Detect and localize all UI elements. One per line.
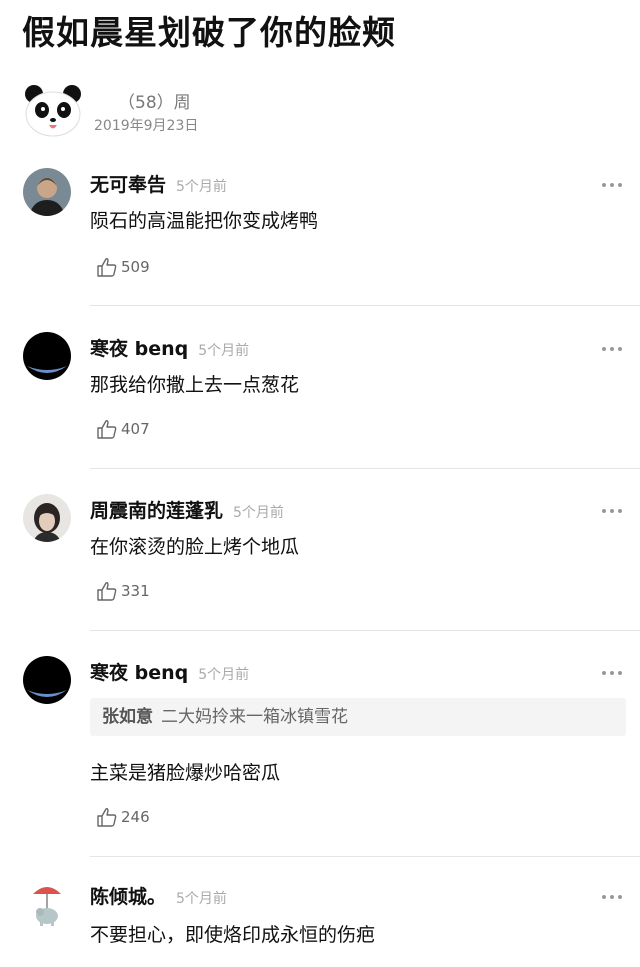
like-button[interactable]: 407 <box>96 418 150 440</box>
comment-time: 5个月前 <box>176 179 227 195</box>
quoted-username[interactable]: 张如意 <box>102 707 153 727</box>
post-author[interactable]: （58）周 2019年9月23日 <box>22 82 622 138</box>
user-avatar[interactable] <box>23 168 71 216</box>
more-dots-icon[interactable] <box>602 884 628 899</box>
thumbs-up-icon <box>97 582 117 601</box>
thumbs-up-icon <box>97 420 117 439</box>
user-avatar[interactable] <box>23 332 71 380</box>
comment-username[interactable]: 无可奉告 5个月前 <box>90 170 227 197</box>
like-button[interactable]: 331 <box>96 580 150 602</box>
more-dots-icon[interactable] <box>602 172 628 187</box>
thumbs-up-icon <box>97 808 117 827</box>
divider <box>90 468 640 469</box>
comment-text: 主菜是猪脸爆炒哈密瓜 <box>90 762 281 784</box>
like-count: 407 <box>121 420 150 438</box>
comment-text: 在你滚烫的脸上烤个地瓜 <box>90 536 300 558</box>
divider <box>90 630 640 631</box>
quoted-text: 二大妈拎来一箱冰镇雪花 <box>161 707 348 727</box>
comment-text: 陨石的高温能把你变成烤鸭 <box>90 210 319 232</box>
like-count: 246 <box>121 808 150 826</box>
comment-username[interactable]: 周震南的莲蓬乳 5个月前 <box>90 496 284 523</box>
author-name[interactable]: （58）周 <box>118 88 191 113</box>
divider <box>90 305 640 306</box>
user-avatar[interactable] <box>23 656 71 704</box>
comment-time: 5个月前 <box>176 891 227 907</box>
more-dots-icon[interactable] <box>602 660 628 675</box>
user-avatar[interactable] <box>23 494 71 542</box>
thumbs-up-icon <box>97 258 117 277</box>
comment-username[interactable]: 寒夜 benq 5个月前 <box>90 334 249 361</box>
comment-time: 5个月前 <box>233 505 284 521</box>
like-count: 509 <box>121 258 150 276</box>
elephant-umbrella-avatar[interactable] <box>23 880 71 928</box>
like-button[interactable]: 246 <box>96 806 150 828</box>
more-dots-icon[interactable] <box>602 498 628 513</box>
comment-time: 5个月前 <box>198 667 250 683</box>
comment-username[interactable]: 陈倾城。 5个月前 <box>90 882 227 909</box>
comment-text: 不要担心，即使烙印成永恒的伤疤 <box>90 924 376 946</box>
comment-text: 那我给你撒上去一点葱花 <box>90 374 300 396</box>
panda-icon[interactable] <box>22 82 84 138</box>
comment-time: 5个月前 <box>198 343 250 359</box>
like-count: 331 <box>121 582 150 600</box>
quoted-reply[interactable]: 张如意 二大妈拎来一箱冰镇雪花 <box>90 698 626 736</box>
post-date: 2019年9月23日 <box>94 118 199 134</box>
comment-username[interactable]: 寒夜 benq 5个月前 <box>90 658 249 685</box>
more-dots-icon[interactable] <box>602 336 628 351</box>
like-button[interactable]: 509 <box>96 256 150 278</box>
divider <box>90 856 640 857</box>
post-title: 假如晨星划破了你的脸颊 <box>22 13 396 52</box>
